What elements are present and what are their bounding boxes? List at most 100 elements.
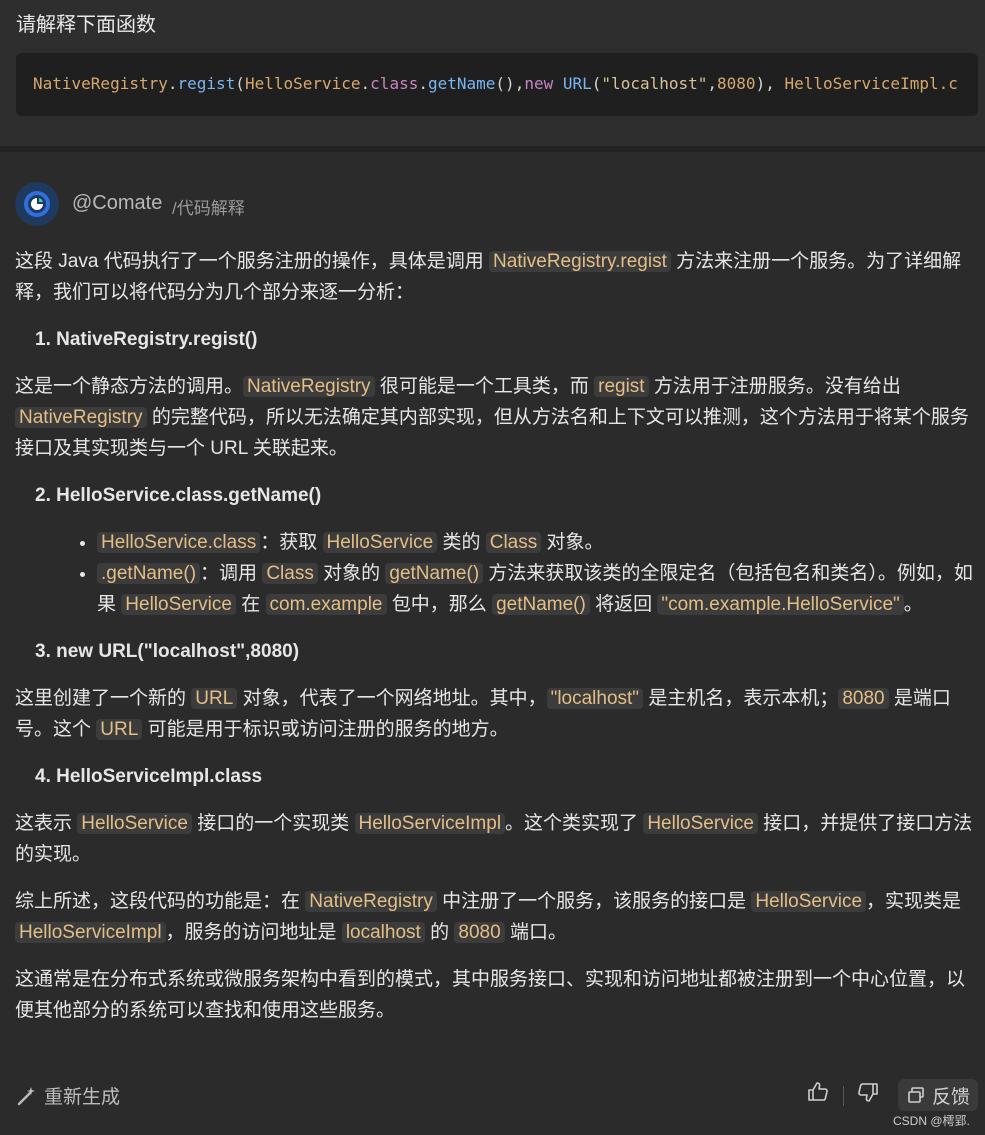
thumbs-down-button[interactable]	[856, 1080, 880, 1104]
code-token: HelloService	[244, 74, 361, 93]
inline-code: 8080	[454, 922, 505, 943]
section-heading: 3. new URL("localhost",8080)	[35, 641, 300, 662]
code-token: .	[360, 74, 371, 93]
intro-paragraph: 这段 Java 代码执行了一个服务注册的操作，具体是调用 NativeRegis…	[15, 246, 975, 308]
thumbs-up-icon	[808, 1082, 828, 1101]
watermark: CSDN @樗郢.	[893, 1114, 970, 1128]
command-label: /代码解释	[172, 199, 245, 218]
text: ，实现类是	[866, 891, 962, 912]
section-heading: 1. NativeRegistry.regist()	[35, 329, 258, 350]
text: 是主机名，表示本机；	[643, 688, 839, 709]
wand-icon	[17, 1086, 35, 1105]
code-token: (	[235, 74, 245, 93]
text: 包中，那么	[386, 594, 493, 615]
code-token: 8080	[717, 74, 756, 93]
code-token: URL	[562, 74, 592, 93]
list-item: .getName()：调用 Class 对象的 getName() 方法来获取该…	[97, 558, 975, 620]
text: 的	[424, 922, 455, 943]
code-token: (),	[495, 74, 525, 93]
code-line: NativeRegistry.regist(HelloService.class…	[33, 74, 958, 93]
inline-code: HelloServiceImpl	[354, 813, 506, 834]
code-token: class	[370, 74, 419, 93]
inline-code: URL	[191, 688, 238, 709]
inline-code: com.example	[265, 594, 387, 615]
inline-code: 8080	[838, 688, 889, 709]
prompt-area: 请解释下面函数 NativeRegistry.regist(HelloServi…	[0, 0, 985, 148]
text: 这里创建了一个新的	[15, 688, 192, 709]
text: ：获取	[260, 532, 323, 553]
feedback-label: 反馈	[932, 1086, 971, 1108]
section-divider	[0, 146, 985, 152]
inline-code: Class	[262, 563, 318, 584]
code-token: NativeRegistry	[33, 74, 168, 93]
summary-paragraph: 综上所述，这段代码的功能是：在 NativeRegistry 中注册了一个服务，…	[15, 886, 975, 948]
inline-code: HelloServiceImpl	[15, 922, 166, 943]
code-token: .	[418, 74, 428, 93]
text: 这表示	[15, 813, 78, 834]
inline-code: NativeRegistry	[15, 407, 147, 428]
text: 端口。	[504, 922, 567, 943]
text: 。这个类实现了	[505, 813, 644, 834]
text: 对象。	[541, 532, 604, 553]
text: 很可能是一个工具类，而	[374, 376, 595, 397]
action-separator	[843, 1086, 844, 1106]
author-name: @Comate	[72, 192, 163, 214]
paragraph: 这表示 HelloService 接口的一个实现类 HelloServiceIm…	[15, 808, 975, 870]
inline-code: HelloService	[322, 532, 438, 553]
inline-code: Class	[485, 532, 542, 553]
text: 对象的	[317, 563, 386, 584]
text: 。	[903, 594, 923, 615]
code-token: regist	[177, 74, 236, 93]
section-heading: 4. HelloServiceImpl.class	[35, 766, 263, 787]
feedback-button[interactable]: 反馈	[898, 1079, 979, 1111]
inline-code: getName()	[385, 563, 484, 584]
code-token: new	[524, 74, 554, 93]
paragraph: 这里创建了一个新的 URL 对象，代表了一个网络地址。其中， "localhost…	[15, 683, 975, 745]
inline-code: HelloService	[77, 813, 192, 834]
code-token: getName	[427, 74, 496, 93]
list-item: HelloService.class：获取 HelloService 类的 Cl…	[97, 527, 975, 558]
code-block[interactable]: NativeRegistry.regist(HelloService.class…	[16, 53, 978, 116]
text: 这是一个静态方法的调用。	[15, 376, 244, 397]
text: 这段 Java 代码执行了一个服务注册的操作，具体是调用	[15, 251, 489, 272]
code-token: ),	[755, 74, 785, 93]
text: 将返回	[589, 594, 658, 615]
inline-code: NativeRegistry	[243, 376, 375, 397]
inline-code: URL	[96, 719, 143, 740]
text: ：调用	[200, 563, 263, 584]
text: 类的	[437, 532, 486, 553]
text: ，服务的访问地址是	[165, 922, 342, 943]
code-token: ,	[707, 74, 718, 93]
inline-code: NativeRegistry.regist	[488, 251, 671, 272]
inline-code: localhost	[341, 922, 425, 943]
closing-paragraph: 这通常是在分布式系统或微服务架构中看到的模式，其中服务接口、实现和访问地址都被注…	[15, 969, 966, 1021]
thumbs-up-button[interactable]	[806, 1080, 830, 1104]
inline-code: HelloService.class	[97, 532, 261, 553]
inline-code: getName()	[492, 594, 590, 615]
code-token: HelloServiceImpl	[784, 74, 939, 93]
inline-code: HelloService	[121, 594, 236, 615]
paragraph: 这是一个静态方法的调用。 NativeRegistry 很可能是一个工具类，而 r…	[15, 371, 975, 464]
code-token: .	[167, 74, 178, 93]
text: 方法用于注册服务。没有给出	[648, 376, 901, 397]
text: 的完整代码，所以无法确定其内部实现，但从方法名和上下文可以推测，这个方法用于将某…	[15, 407, 969, 459]
text: 在	[235, 594, 266, 615]
inline-code: "com.example.HelloService"	[657, 594, 904, 615]
regenerate-label: 重新生成	[44, 1087, 121, 1108]
bullet-list: HelloService.class：获取 HelloService 类的 Cl…	[15, 527, 975, 620]
inline-code: HelloService	[643, 813, 758, 834]
code-token: .c	[938, 74, 958, 93]
user-prompt: 请解释下面函数	[16, 14, 156, 36]
comate-logo-icon	[24, 191, 50, 217]
comate-avatar	[15, 182, 59, 226]
inline-code: regist	[594, 376, 649, 397]
text: 可能是用于标识或访问注册的服务的地方。	[142, 719, 509, 740]
code-token: (	[591, 74, 602, 93]
regenerate-button[interactable]: 重新生成	[16, 1082, 120, 1109]
thumbs-down-icon	[858, 1083, 878, 1102]
text: 综上所述，这段代码的功能是：在	[15, 891, 306, 912]
inline-code: .getName()	[97, 563, 201, 584]
feedback-icon	[908, 1087, 924, 1103]
section-heading: 2. HelloService.class.getName()	[35, 485, 322, 506]
